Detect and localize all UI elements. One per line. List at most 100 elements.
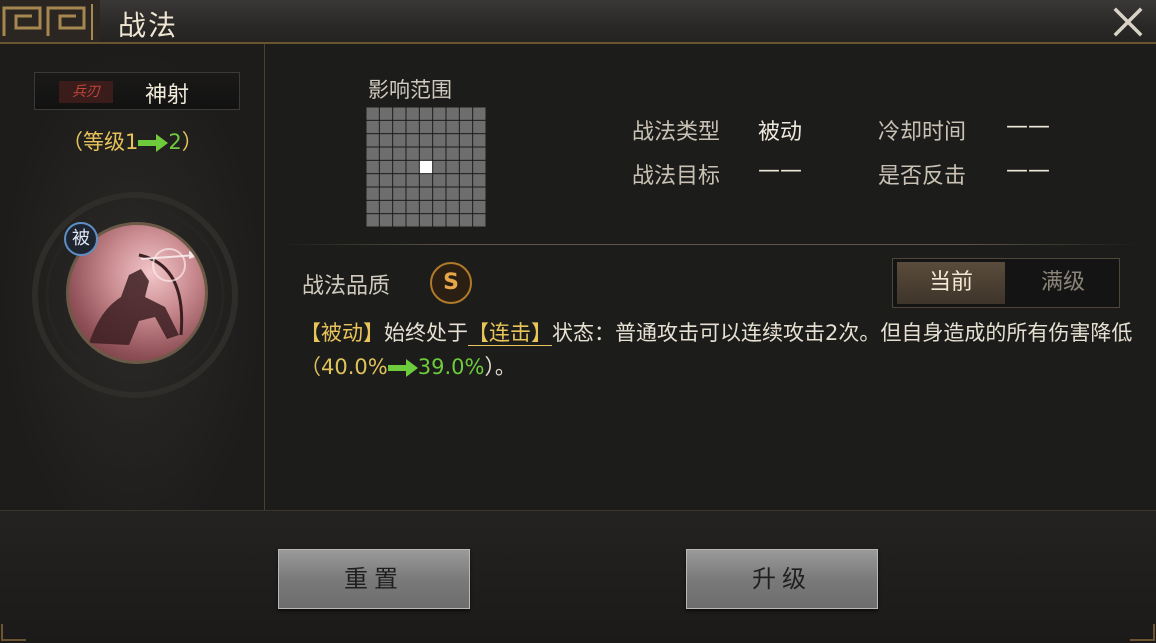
level-open: （等级 [62,130,125,154]
level-from: 1 [125,130,139,154]
range-cell [419,174,433,187]
range-label: 影响范围 [368,78,452,102]
toggle-max-level[interactable]: 满级 [1009,262,1117,304]
range-cell [419,200,433,214]
toggle-current[interactable]: 当前 [897,262,1005,304]
range-cell [419,120,433,134]
range-cell [406,174,419,187]
range-cell [366,174,379,187]
range-cell [406,200,419,214]
bottom-action-bar [0,510,1156,643]
range-cell [433,134,446,147]
range-cell [419,134,433,147]
range-cell [433,187,446,200]
range-cell [446,134,459,147]
title-ornament-icon [0,0,100,42]
range-cell [406,107,419,120]
range-cell [406,214,419,227]
upgrade-button[interactable]: 升级 [686,549,878,609]
level-view-toggle: 当前 满级 [892,258,1120,308]
range-cell [446,174,459,187]
range-cell [446,120,459,134]
range-cell [433,107,446,120]
range-cell [419,214,433,227]
corner-ornament-icon [1130,624,1155,641]
range-cell [366,120,379,134]
range-cell [366,134,379,147]
desc-value-to: 39.0% [417,355,485,379]
range-cell [393,107,406,120]
range-cell [406,160,419,174]
range-cell [419,147,433,160]
range-cell [433,160,446,174]
range-cell [459,120,473,134]
range-cell [419,107,433,120]
window-title: 战法 [118,9,179,42]
corner-ornament-icon [1,624,26,641]
close-icon[interactable] [1110,4,1146,40]
range-cell [459,160,473,174]
range-cell [366,200,379,214]
desc-tag: 【被动】 [300,321,384,345]
range-cell [393,120,406,134]
arrow-right-icon [138,134,169,152]
range-cell [473,200,486,214]
range-cell [366,214,379,227]
level-close: ） [181,130,203,154]
skill-target-value: —— [758,158,802,183]
range-cell [473,147,486,160]
range-cell [459,200,473,214]
range-cell [473,107,486,120]
range-cell [366,160,379,174]
range-cell [473,160,486,174]
desc-paren-close: ）。 [484,355,516,379]
skill-name: 神射 [145,83,190,108]
range-cell [433,147,446,160]
range-cell [459,147,473,160]
skill-target-label: 战法目标 [632,164,721,189]
skill-type-tag: 兵刃 [59,81,113,103]
range-cell [366,147,379,160]
range-cell [459,174,473,187]
range-cell [446,200,459,214]
range-cell [406,134,419,147]
quality-grade-badge: S [430,262,472,304]
desc-part2: 状态：普通攻击可以连续攻击2次。但自身造成的所有伤害降低 [552,321,1133,345]
range-cell [473,120,486,134]
range-cell [366,187,379,200]
range-cell [446,147,459,160]
range-cell [379,200,393,214]
desc-part1: 始终处于 [384,321,468,345]
range-cell [379,134,393,147]
skill-type-value: 被动 [758,120,803,145]
range-cell [379,174,393,187]
range-cell [379,107,393,120]
reset-button[interactable]: 重置 [278,549,470,609]
range-cell [446,187,459,200]
arrow-right-icon [387,359,418,377]
section-divider [280,244,1140,245]
desc-keyword[interactable]: 【连击】 [468,321,552,346]
range-cell [393,200,406,214]
desc-value-from: 40.0% [321,355,388,379]
range-cell [459,107,473,120]
range-cell [406,187,419,200]
range-cell [379,147,393,160]
range-cell [393,134,406,147]
cooldown-value: —— [1006,114,1050,139]
range-cell-self [419,160,433,174]
range-cell [379,160,393,174]
range-cell [433,174,446,187]
range-cell [459,187,473,200]
range-cell [459,134,473,147]
range-cell [393,187,406,200]
skill-description: 【被动】始终处于【连击】状态：普通攻击可以连续攻击2次。但自身造成的所有伤害降低… [300,316,1140,384]
range-cell [393,147,406,160]
range-cell [379,120,393,134]
range-cell [379,214,393,227]
range-cell [446,214,459,227]
range-cell [433,120,446,134]
counterattack-label: 是否反击 [878,164,967,189]
cooldown-label: 冷却时间 [878,120,967,145]
range-cell [379,187,393,200]
